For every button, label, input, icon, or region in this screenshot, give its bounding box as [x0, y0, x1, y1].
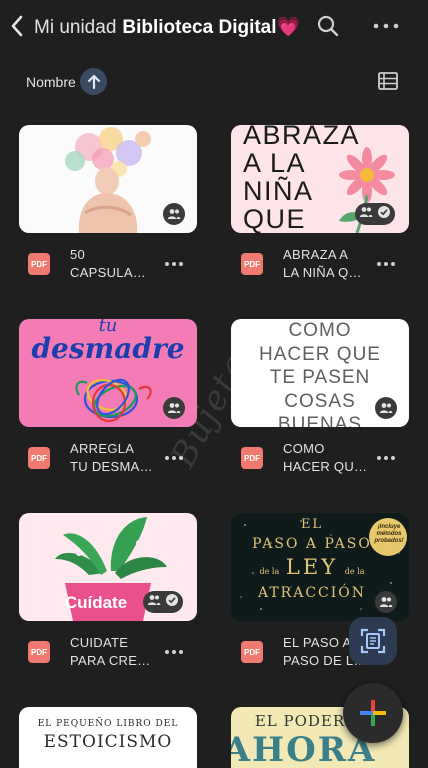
- file-status-badges: [355, 203, 395, 225]
- pdf-file-icon: PDF: [28, 253, 50, 275]
- cover-word: de la: [344, 567, 365, 576]
- file-name-line1: ABRAZA A: [283, 247, 349, 262]
- file-name-line2: CAPSULA…: [70, 265, 147, 280]
- file-more-options-icon[interactable]: [162, 256, 186, 272]
- file-name: ABRAZA A LA NIÑA Q…: [283, 246, 379, 282]
- search-icon[interactable]: [316, 14, 340, 38]
- people-icon: [375, 397, 397, 419]
- file-name-line1: 50: [70, 247, 86, 262]
- offline-check-icon: [165, 593, 179, 612]
- pdf-file-icon: PDF: [28, 641, 50, 663]
- pdf-file-icon: PDF: [241, 253, 263, 275]
- file-name-line2: TU DESMA…: [70, 459, 153, 474]
- list-view-icon[interactable]: [378, 72, 398, 90]
- file-name-line1: COMO: [283, 441, 325, 456]
- file-name: ARREGLA TU DESMA…: [70, 440, 166, 476]
- file-name: COMO HACER QU…: [283, 440, 379, 476]
- people-icon: [147, 593, 161, 611]
- people-icon: [359, 205, 373, 223]
- pdf-file-icon: PDF: [241, 447, 263, 469]
- document-scanner-icon: [360, 628, 386, 654]
- file-name: CUIDATE PARA CRE…: [70, 634, 166, 670]
- breadcrumb-parent[interactable]: Mi unidad: [34, 17, 116, 38]
- cover-line: PASO A PASO: [252, 536, 372, 552]
- top-app-bar: Mi unidad Biblioteca Digital💗: [0, 0, 428, 52]
- document-scanner-button[interactable]: [349, 617, 397, 665]
- cover-line: A LA: [243, 148, 307, 178]
- file-more-options-icon[interactable]: [162, 644, 186, 660]
- cover-title: EL PASO A PASO de la LEY de la ATRACCIÓN: [231, 517, 401, 602]
- file-name: 50 CAPSULA…: [70, 246, 166, 282]
- cover-line: Cuídate: [64, 593, 128, 612]
- file-thumbnail[interactable]: EL PEQUEÑO LIBRO DEL ESTOICISMO: [19, 707, 197, 768]
- cover-line: ABRAZA: [243, 125, 361, 150]
- page-title: Biblioteca Digital💗: [122, 17, 301, 38]
- cover-line: de la LEY de la: [231, 555, 401, 584]
- more-horizontal-icon[interactable]: [372, 15, 400, 37]
- cover-line: ESTOICISMO: [43, 732, 173, 752]
- file-more-options-icon[interactable]: [374, 450, 398, 466]
- file-more-options-icon[interactable]: [162, 450, 186, 466]
- cover-word: de la: [259, 567, 280, 576]
- cover-word: LEY: [285, 555, 339, 579]
- cover-line: TE PASEN: [269, 367, 371, 388]
- file-more-options-icon[interactable]: [374, 256, 398, 272]
- chevron-left-icon[interactable]: [6, 12, 28, 40]
- file-name-line1: CUIDATE: [70, 635, 129, 650]
- file-thumbnail[interactable]: tu desmadre: [19, 319, 197, 427]
- cover-line: EL: [300, 517, 324, 532]
- plus-icon: [360, 700, 386, 726]
- file-thumbnail[interactable]: ¡Incluye métodos probados! EL PASO A PAS…: [231, 513, 409, 621]
- cover-line: EL PEQUEÑO LIBRO DEL: [37, 719, 179, 729]
- people-icon: [163, 203, 185, 225]
- file-thumbnail[interactable]: COMO HACER QUE TE PASEN COSAS BUENAS: [231, 319, 409, 427]
- file-status-badges: [143, 591, 183, 613]
- cover-line: HACER QUE: [259, 343, 381, 365]
- sort-label[interactable]: Nombre: [26, 74, 76, 90]
- breadcrumb: Mi unidad Biblioteca Digital💗: [34, 15, 300, 39]
- file-name-line2: PARA CRE…: [70, 653, 151, 668]
- pdf-file-icon: PDF: [28, 447, 50, 469]
- sort-row: Nombre: [0, 66, 428, 96]
- file-name-line1: ARREGLA: [70, 441, 135, 456]
- people-icon: [163, 397, 185, 419]
- cover-line: COMO: [288, 320, 352, 341]
- pdf-file-icon: PDF: [241, 641, 263, 663]
- file-thumbnail[interactable]: ABRAZA A LA NIÑA QUE: [231, 125, 409, 233]
- file-thumbnail[interactable]: [19, 125, 197, 233]
- file-name-line2: HACER QU…: [283, 459, 368, 474]
- cover-title: EL PEQUEÑO LIBRO DEL ESTOICISMO: [19, 717, 197, 753]
- new-item-button[interactable]: [343, 683, 403, 743]
- cover-line: NIÑA: [243, 176, 314, 206]
- people-icon: [375, 591, 397, 613]
- offline-check-icon: [377, 205, 391, 224]
- arrow-up-icon[interactable]: [80, 68, 107, 95]
- file-thumbnail[interactable]: Cuídate: [19, 513, 197, 621]
- file-name-line2: LA NIÑA Q…: [283, 265, 362, 280]
